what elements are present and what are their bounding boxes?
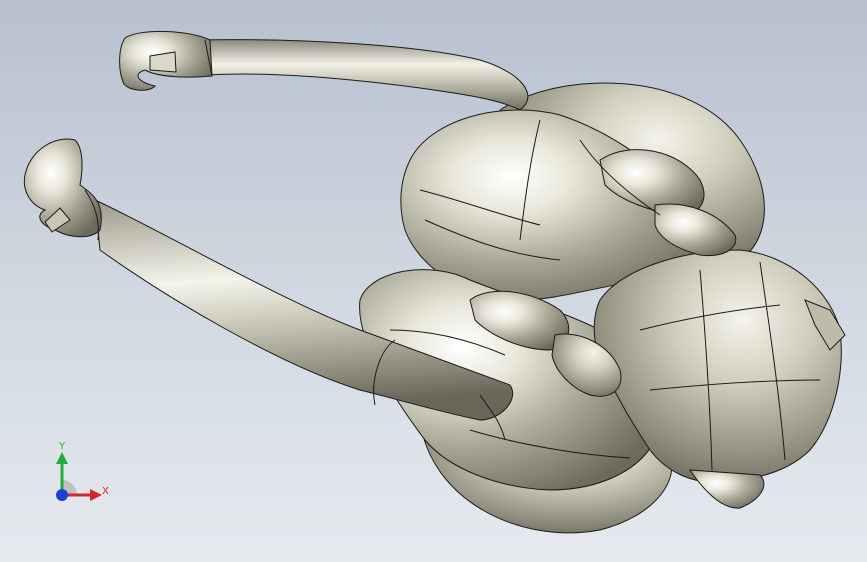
orientation-triad[interactable]: Y X (50, 440, 120, 510)
x-axis-label: X (102, 486, 109, 497)
z-axis-dot-icon (56, 489, 68, 501)
y-axis-label: Y (59, 441, 66, 452)
upper-arm-surface (199, 39, 529, 111)
3d-model-figure[interactable] (0, 0, 867, 562)
graphics-viewport[interactable]: Y X (0, 0, 867, 562)
